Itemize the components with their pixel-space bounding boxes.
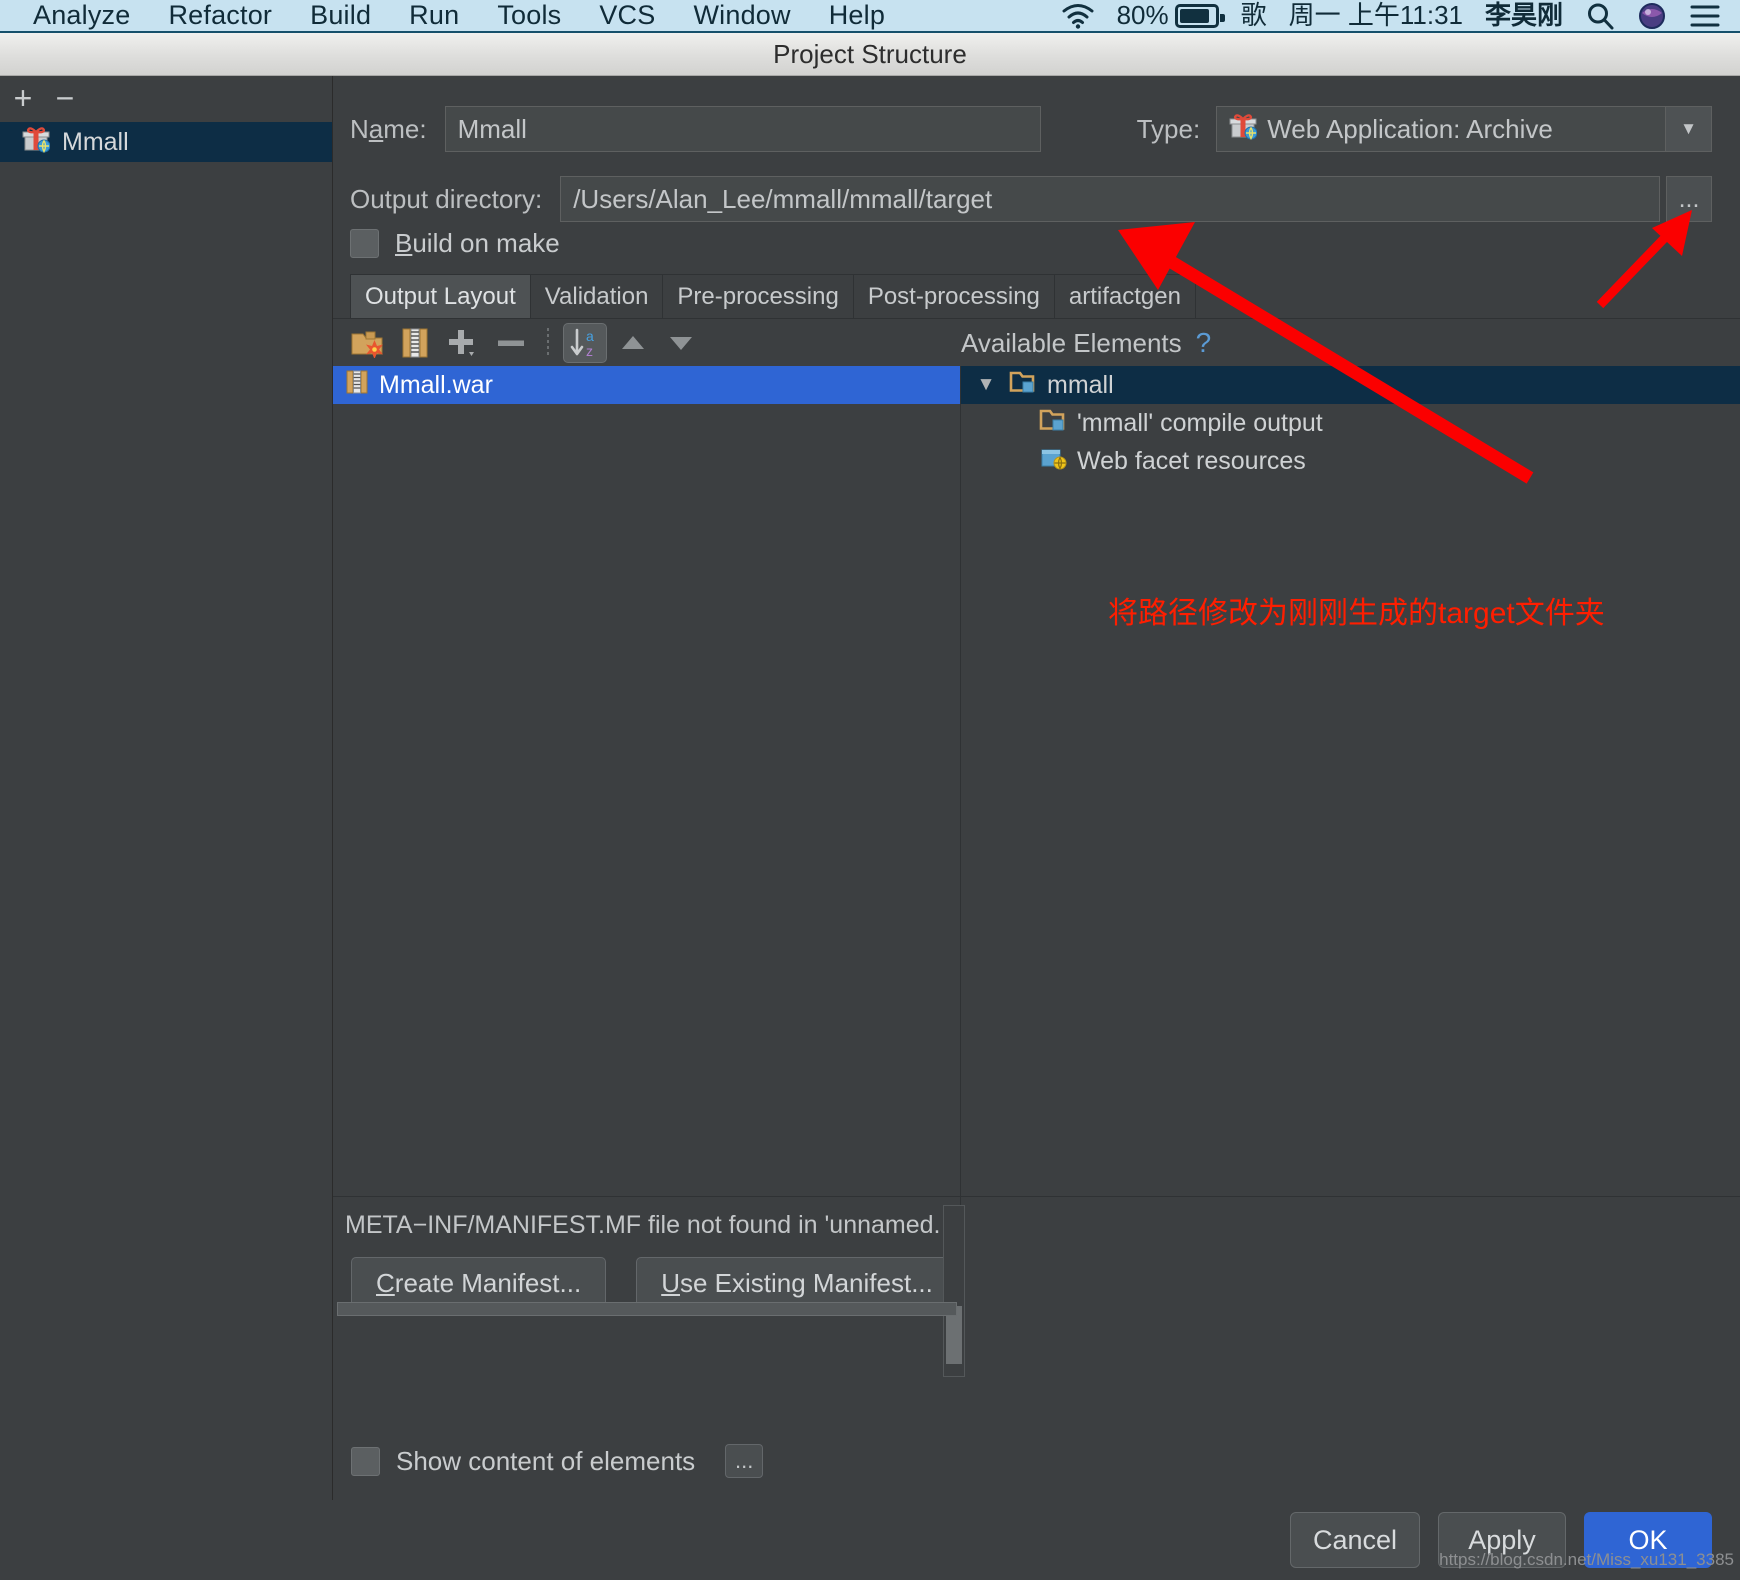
dialog-title: Project Structure: [773, 38, 967, 69]
control-center-icon[interactable]: [1678, 3, 1732, 29]
artifact-gift-icon: [1229, 112, 1258, 147]
menu-bar-status-items: 80% 歌 周一 上午11:31 李昊刚: [1050, 0, 1740, 31]
show-content-row[interactable]: Show content of elements ...: [351, 1444, 764, 1478]
show-content-label: Show content of elements: [396, 1445, 696, 1476]
toolbar-separator: [547, 327, 549, 358]
chevron-down-icon[interactable]: ▼: [1665, 107, 1711, 151]
tab-pre-processing[interactable]: Pre-processing: [662, 274, 854, 318]
user-account-label[interactable]: 李昊刚: [1474, 0, 1574, 31]
manifest-panel: META−INF/MANIFEST.MF file not found in '…: [333, 1196, 1740, 1392]
add-output-directory-icon[interactable]: [345, 323, 389, 363]
menu-item-vcs[interactable]: VCS: [580, 0, 674, 31]
artifact-type-dropdown[interactable]: Web Application: Archive ▼: [1216, 106, 1712, 152]
available-elements-tree[interactable]: ▼ mmall 'mmall' compile output Web facet…: [961, 366, 1740, 1230]
dialog-button-bar: Cancel Apply OK: [0, 1500, 1740, 1580]
clock-datetime[interactable]: 周一 上午11:31: [1278, 0, 1474, 31]
sidebar-toolbar: + −: [0, 76, 332, 120]
wifi-icon[interactable]: [1050, 3, 1106, 29]
show-content-checkbox[interactable]: [351, 1446, 380, 1476]
artifact-tabs: Output Layout Validation Pre-processing …: [350, 274, 1740, 318]
ok-button[interactable]: OK: [1584, 1512, 1712, 1568]
name-label: Name:: [350, 113, 427, 144]
move-down-icon[interactable]: [659, 323, 703, 363]
input-method-indicator[interactable]: 歌: [1230, 0, 1278, 31]
available-elements-title: Available Elements: [961, 327, 1182, 358]
show-content-options-button[interactable]: ...: [725, 1444, 764, 1478]
sidebar-item-mmall[interactable]: Mmall: [0, 122, 332, 162]
tree-row-label: 'mmall' compile output: [1077, 408, 1323, 437]
add-artifact-button[interactable]: +: [6, 81, 40, 115]
output-directory-row: Output directory: /Users/Alan_Lee/mmall/…: [350, 176, 1712, 222]
add-archive-icon[interactable]: [393, 323, 437, 363]
available-elements-header: Available Elements ?: [961, 319, 1211, 367]
menu-item-help[interactable]: Help: [810, 0, 904, 31]
screenshot-root: Analyze Refactor Build Run Tools VCS Win…: [0, 0, 1740, 1580]
dialog-body: + − Mmall Name: Mmall Type: Web Applicat…: [0, 76, 1740, 1500]
battery-indicator[interactable]: 80%: [1106, 0, 1230, 31]
sidebar-item-label: Mmall: [62, 127, 129, 156]
menu-bar-items: Analyze Refactor Build Run Tools VCS Win…: [0, 0, 904, 31]
build-on-make-label: Build on make: [395, 228, 560, 258]
menu-item-window[interactable]: Window: [674, 0, 809, 31]
tree-row[interactable]: Mmall.war: [333, 366, 960, 404]
tree-row[interactable]: Web facet resources: [961, 442, 1740, 480]
search-icon[interactable]: [1574, 1, 1626, 31]
artifact-type-value-wrap: Web Application: Archive: [1217, 112, 1665, 147]
tab-post-processing[interactable]: Post-processing: [852, 274, 1055, 318]
sort-az-icon[interactable]: a z: [563, 322, 607, 363]
artifact-type-value: Web Application: Archive: [1267, 113, 1553, 144]
output-layout-toolbar: a z Available Elements ?: [333, 318, 1740, 366]
type-label: Type:: [1136, 113, 1201, 144]
dialog-titlebar: Project Structure: [0, 33, 1740, 76]
add-plus-icon[interactable]: [441, 323, 485, 363]
artifact-gift-icon: [22, 125, 51, 160]
battery-icon: [1174, 3, 1225, 28]
output-directory-input[interactable]: /Users/Alan_Lee/mmall/mmall/target: [560, 176, 1660, 222]
name-type-row: Name: Mmall Type: Web Application: Archi…: [350, 106, 1712, 152]
tab-artifactgen[interactable]: artifactgen: [1053, 274, 1196, 318]
web-facet-icon: [1039, 445, 1067, 478]
apply-button[interactable]: Apply: [1438, 1512, 1566, 1568]
output-directory-label: Output directory:: [350, 183, 543, 214]
build-on-make-row[interactable]: Build on make: [350, 228, 560, 259]
help-question-icon[interactable]: ?: [1196, 327, 1212, 359]
module-folder-icon: [1009, 369, 1037, 402]
siri-icon[interactable]: [1626, 1, 1678, 31]
tab-validation[interactable]: Validation: [529, 274, 664, 318]
mac-menu-bar: Analyze Refactor Build Run Tools VCS Win…: [0, 0, 1740, 33]
manifest-horizontal-scrollbar[interactable]: [333, 1298, 961, 1320]
battery-percent-label: 80%: [1116, 0, 1169, 30]
manifest-message: META−INF/MANIFEST.MF file not found in '…: [345, 1211, 941, 1239]
remove-artifact-button[interactable]: −: [48, 81, 82, 115]
manifest-vertical-scrollbar[interactable]: [943, 1205, 965, 1377]
tree-row-label: Mmall.war: [379, 370, 493, 399]
artifact-list: Mmall: [0, 122, 332, 162]
svg-text:a: a: [586, 328, 594, 344]
artifacts-sidebar: + − Mmall: [0, 76, 333, 1500]
cancel-button[interactable]: Cancel: [1289, 1512, 1420, 1568]
archive-war-icon: [345, 369, 369, 402]
compile-output-folder-icon: [1039, 407, 1067, 440]
menu-item-refactor[interactable]: Refactor: [149, 0, 291, 31]
move-up-icon[interactable]: [611, 323, 655, 363]
browse-output-directory-button[interactable]: ...: [1666, 176, 1712, 222]
build-on-make-checkbox[interactable]: [350, 229, 379, 258]
remove-minus-icon[interactable]: [489, 323, 533, 363]
menu-item-build[interactable]: Build: [291, 0, 390, 31]
menu-item-run[interactable]: Run: [390, 0, 478, 31]
menu-item-tools[interactable]: Tools: [478, 0, 580, 31]
artifact-editor-panel: Name: Mmall Type: Web Application: Archi…: [333, 76, 1740, 1500]
tree-row-label: Web facet resources: [1077, 446, 1306, 475]
menu-item-analyze[interactable]: Analyze: [14, 0, 149, 31]
tab-output-layout[interactable]: Output Layout: [350, 274, 531, 318]
scrollbar-thumb[interactable]: [337, 1302, 957, 1316]
chevron-down-icon[interactable]: ▼: [973, 374, 999, 396]
svg-text:z: z: [586, 343, 593, 359]
tree-row-label: mmall: [1047, 370, 1114, 399]
tree-row[interactable]: ▼ mmall: [961, 366, 1740, 404]
output-layout-tree[interactable]: Mmall.war: [333, 366, 961, 1230]
tree-row[interactable]: 'mmall' compile output: [961, 404, 1740, 442]
name-input[interactable]: Mmall: [444, 106, 1041, 152]
